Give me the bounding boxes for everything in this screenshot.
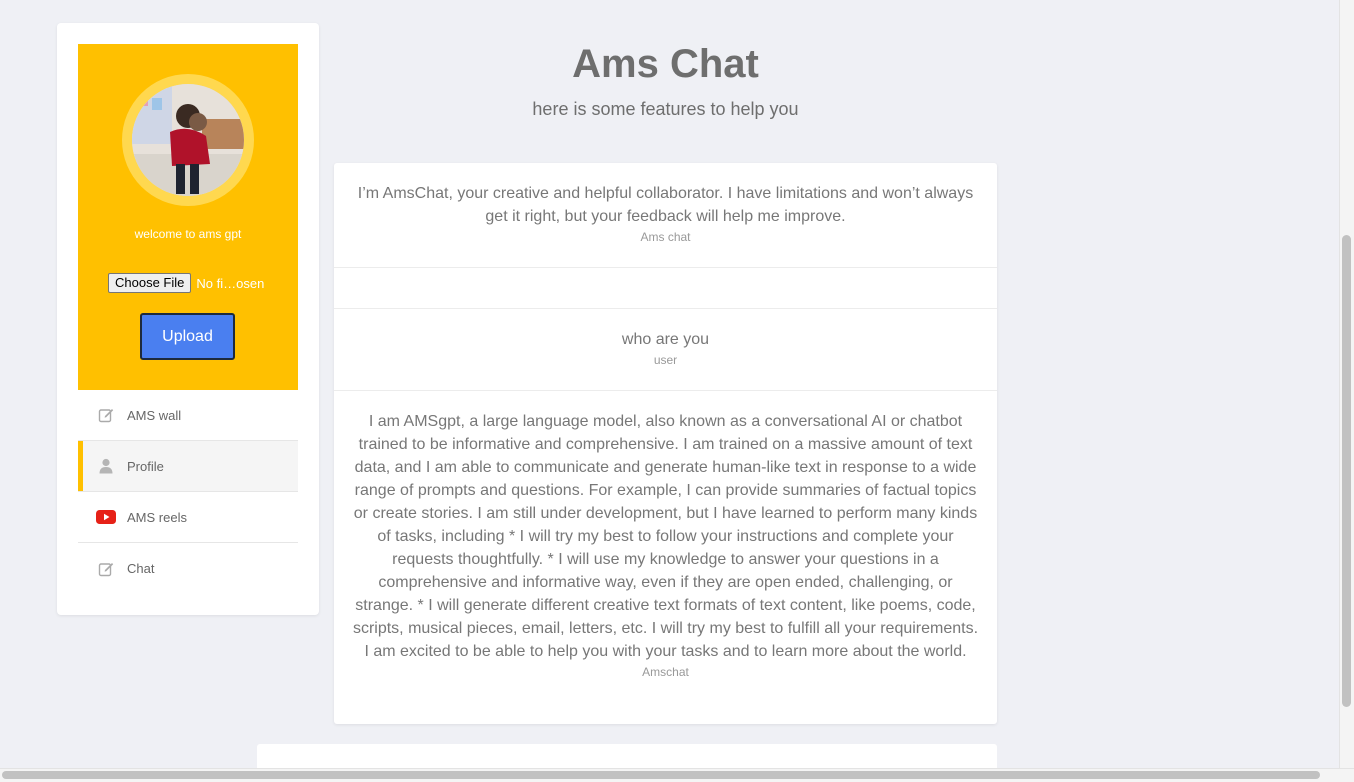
welcome-text: welcome to ams gpt bbox=[134, 227, 242, 241]
message-text: who are you bbox=[621, 331, 710, 348]
page: welcome to ams gpt Choose File No fi…ose… bbox=[0, 0, 1354, 782]
avatar-ring bbox=[122, 74, 254, 206]
edit-icon bbox=[96, 560, 116, 578]
message-sender: Amschat bbox=[642, 665, 689, 679]
message-sender: Ams chat bbox=[640, 230, 691, 244]
upload-button[interactable]: Upload bbox=[140, 313, 235, 360]
sidebar-nav: AMS wall Profile AMS reels Chat bbox=[78, 390, 298, 594]
chat-panel: I’m AmsChat, your creative and helpful c… bbox=[334, 163, 997, 724]
message-sender: user bbox=[653, 353, 678, 367]
avatar-photo bbox=[132, 84, 244, 196]
file-input[interactable]: Choose File No fi…osen bbox=[108, 273, 288, 293]
choose-file-button[interactable]: Choose File bbox=[108, 273, 192, 293]
edit-icon bbox=[96, 406, 116, 424]
message-text: I am AMSgpt, a large language model, als… bbox=[352, 413, 979, 660]
profile-panel: welcome to ams gpt Choose File No fi…ose… bbox=[78, 44, 298, 390]
chat-message: who are you user bbox=[334, 309, 997, 391]
sidebar-item-label: Chat bbox=[127, 561, 155, 576]
sidebar-item-label: AMS reels bbox=[127, 509, 187, 525]
vertical-scrollbar-thumb[interactable] bbox=[1342, 235, 1351, 707]
avatar[interactable] bbox=[132, 84, 244, 196]
youtube-icon bbox=[96, 508, 116, 526]
message-text: I’m AmsChat, your creative and helpful c… bbox=[357, 185, 974, 225]
sidebar: welcome to ams gpt Choose File No fi…ose… bbox=[57, 23, 319, 615]
sidebar-item-ams-reels[interactable]: AMS reels bbox=[78, 492, 298, 543]
sidebar-item-label: AMS wall bbox=[127, 407, 182, 423]
sidebar-item-ams-wall[interactable]: AMS wall bbox=[78, 390, 298, 441]
page-title: Ams Chat bbox=[572, 42, 759, 86]
sidebar-item-profile[interactable]: Profile bbox=[78, 441, 298, 492]
horizontal-scrollbar-thumb[interactable] bbox=[2, 771, 1320, 779]
chat-message: I’m AmsChat, your creative and helpful c… bbox=[334, 163, 997, 268]
sidebar-item-label: Profile bbox=[127, 458, 164, 474]
file-status: No fi…osen bbox=[196, 275, 265, 291]
chat-message: I am AMSgpt, a large language model, als… bbox=[334, 391, 997, 724]
chat-message-empty bbox=[334, 268, 997, 309]
page-subtitle: here is some features to help you bbox=[532, 99, 799, 119]
user-icon bbox=[96, 457, 116, 475]
sidebar-item-chat[interactable]: Chat bbox=[78, 543, 298, 594]
